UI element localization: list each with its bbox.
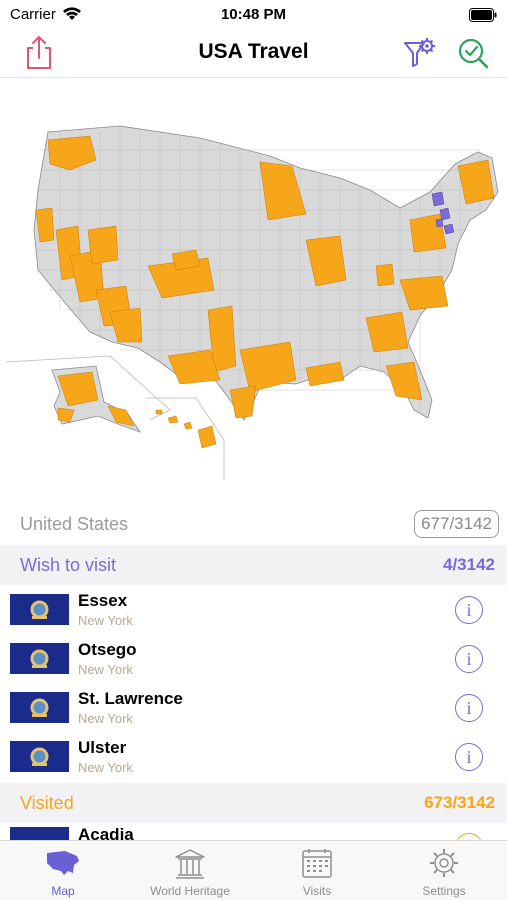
new-york-flag-icon: [10, 594, 69, 625]
status-bar: Carrier 10:48 PM: [0, 0, 507, 30]
list-item[interactable]: Essex New York i: [0, 587, 507, 636]
filter-gear-icon: [404, 38, 435, 67]
info-icon: i: [466, 600, 472, 620]
status-time: 10:48 PM: [220, 6, 287, 23]
filter-settings-button[interactable]: [402, 36, 436, 70]
list-item[interactable]: St. Lawrence New York i: [0, 685, 507, 734]
new-york-flag-icon: [10, 741, 69, 772]
visited-section-count: 673/3142: [424, 793, 495, 812]
info-button[interactable]: i: [455, 743, 483, 771]
tab-label: Visits: [302, 884, 332, 898]
state-name: New York: [78, 760, 133, 775]
info-button[interactable]: [455, 833, 483, 840]
tab-visits[interactable]: Visits: [254, 841, 380, 900]
map-icon: [47, 851, 79, 875]
info-button[interactable]: i: [455, 596, 483, 624]
gear-icon: [430, 849, 458, 877]
tab-map[interactable]: Map: [0, 841, 126, 900]
list-item[interactable]: Otsego New York i: [0, 636, 507, 685]
list-item[interactable]: Ulster New York i: [0, 734, 507, 783]
tab-world-heritage[interactable]: World Heritage: [127, 841, 253, 900]
county-name: Essex: [78, 591, 128, 610]
calendar-icon: [302, 849, 332, 878]
new-york-flag-icon: [10, 643, 69, 674]
new-york-flag-icon: [10, 692, 69, 723]
info-button[interactable]: i: [455, 694, 483, 722]
park-flag-icon: [10, 827, 69, 840]
battery-icon: [469, 8, 497, 27]
tab-label: Settings: [422, 884, 466, 898]
wish-section-title: Wish to visit: [20, 555, 117, 575]
list-item[interactable]: Acadia: [0, 825, 507, 840]
navigation-bar: USA Travel: [0, 30, 507, 78]
temple-icon: [175, 849, 205, 879]
country-label: United States: [20, 514, 129, 534]
total-count-badge: 677/3142: [414, 510, 499, 538]
state-name: New York: [78, 662, 133, 677]
usa-county-map[interactable]: [0, 80, 507, 480]
info-icon: i: [466, 698, 472, 718]
info-icon: i: [466, 747, 472, 767]
visited-section-title: Visited: [20, 793, 74, 813]
hawaii-shape: [155, 409, 217, 449]
check-search-icon: [458, 38, 489, 69]
visited-section-header: Visited 673/3142: [0, 783, 507, 823]
country-summary-row: United States 677/3142: [0, 508, 507, 542]
info-button[interactable]: i: [455, 645, 483, 673]
county-name: Ulster: [78, 738, 127, 757]
search-visited-button[interactable]: [456, 36, 490, 70]
state-name: New York: [78, 711, 133, 726]
tab-settings[interactable]: Settings: [381, 841, 507, 900]
state-name: New York: [78, 613, 133, 628]
tab-bar: Map World Heritage Visits Settings: [0, 840, 507, 900]
tab-label: World Heritage: [150, 884, 230, 898]
county-name: St. Lawrence: [78, 689, 183, 708]
info-icon: i: [466, 649, 472, 669]
wish-section-count: 4/3142: [443, 555, 495, 574]
county-name: Otsego: [78, 640, 137, 659]
tab-label: Map: [51, 884, 75, 898]
park-name: Acadia: [78, 825, 134, 840]
wish-section-header: Wish to visit 4/3142: [0, 545, 507, 585]
